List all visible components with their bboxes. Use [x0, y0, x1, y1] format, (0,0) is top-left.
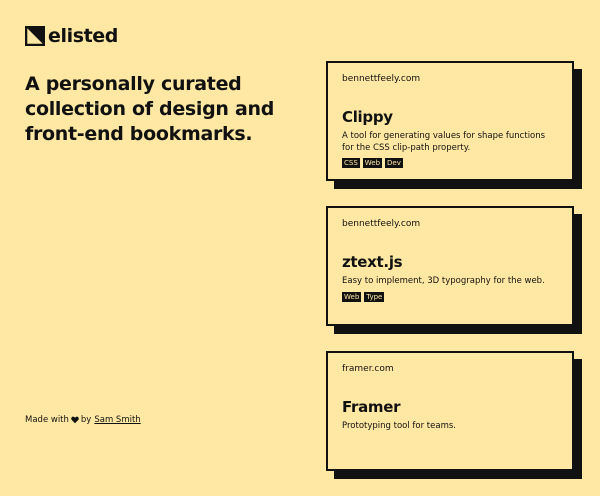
tag-web[interactable]: Web [362, 158, 383, 168]
card-title[interactable]: ztext.js [342, 253, 559, 272]
tag-css[interactable]: CSS [342, 158, 360, 168]
card-domain: bennettfeely.com [342, 219, 421, 229]
footer-by: by [80, 415, 92, 425]
logo[interactable]: elisted [25, 25, 118, 47]
tag-dev[interactable]: Dev [385, 158, 403, 168]
card-tags: Web Type [342, 291, 559, 302]
author-link[interactable]: Sam Smith [94, 414, 140, 426]
footer-made-with: Made with [25, 415, 69, 425]
card-title[interactable]: Clippy [342, 108, 559, 127]
bookmark-card[interactable]: bennettfeely.com Clippy A tool for gener… [326, 61, 574, 181]
bookmark-card[interactable]: framer.com Framer Prototyping tool for t… [326, 351, 574, 471]
card-domain: framer.com [342, 364, 394, 374]
bookmark-list: bennettfeely.com Clippy A tool for gener… [326, 61, 584, 496]
tag-web[interactable]: Web [342, 291, 362, 302]
card-description: A tool for generating values for shape f… [342, 131, 546, 153]
bookmark-card[interactable]: bennettfeely.com ztext.js Easy to implem… [326, 206, 574, 326]
card-description: Easy to implement, 3D typography for the… [342, 276, 545, 286]
card-title[interactable]: Framer [342, 398, 559, 417]
card-tags: CSS Web Dev [342, 158, 559, 168]
page-headline: A personally curated collection of desig… [25, 73, 275, 145]
tag-type[interactable]: Type [364, 291, 385, 302]
brand-name: elisted [48, 25, 118, 47]
heart-icon [71, 416, 79, 424]
card-description: Prototyping tool for teams. [342, 421, 456, 431]
card-domain: bennettfeely.com [342, 74, 421, 84]
logo-mark-icon [25, 26, 45, 46]
footer-credit: Made with by Sam Smith [25, 414, 141, 426]
